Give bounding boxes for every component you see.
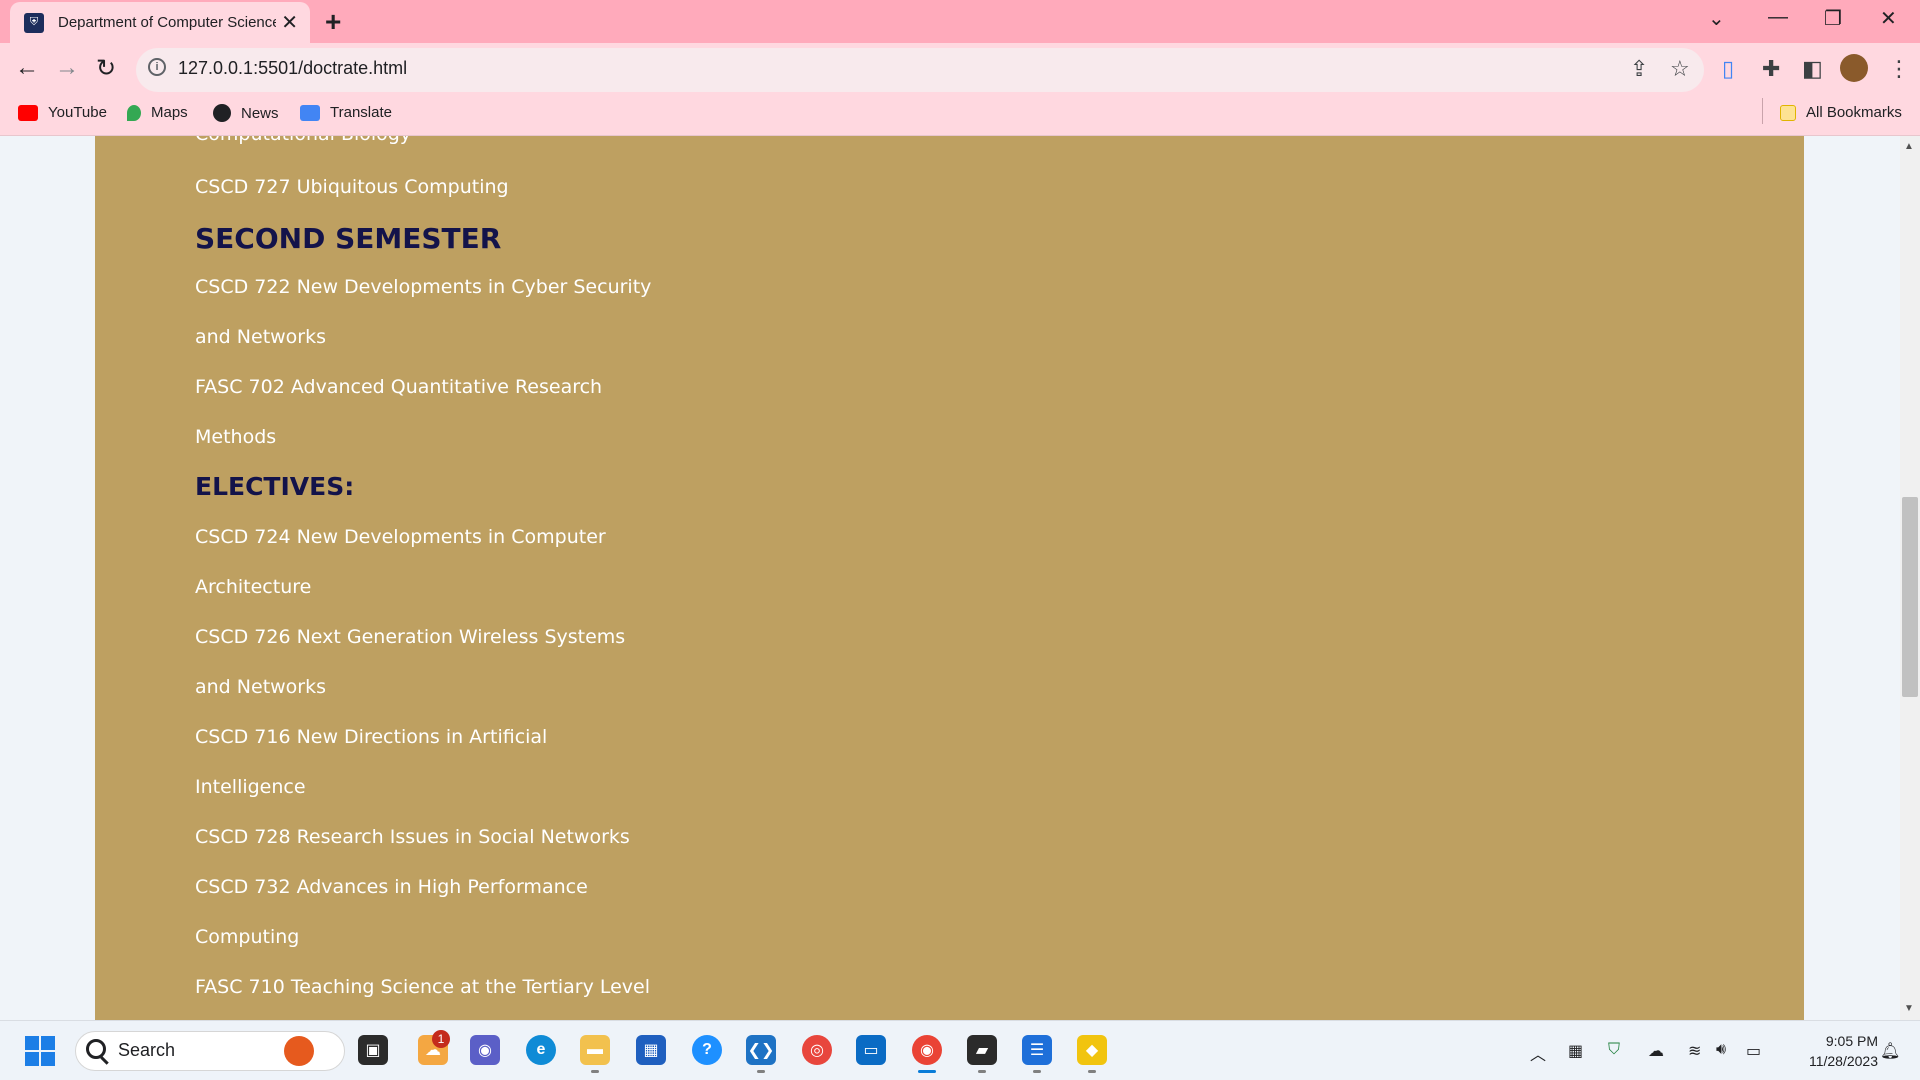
- close-window-button[interactable]: ✕: [1880, 6, 1897, 31]
- vscode-icon[interactable]: ❮❯: [746, 1035, 776, 1065]
- site-info-icon[interactable]: i: [148, 58, 166, 76]
- teams-chat-icon[interactable]: ◉: [470, 1035, 500, 1065]
- onedrive-cloud-icon[interactable]: ☁: [1648, 1041, 1664, 1061]
- windows-start-icon[interactable]: [25, 1036, 55, 1066]
- bookmark-translate[interactable]: Translate: [300, 104, 392, 121]
- remote-desktop-icon[interactable]: ▭: [856, 1035, 886, 1065]
- bookmarks-divider: [1762, 98, 1763, 124]
- new-tab-button[interactable]: +: [325, 6, 341, 38]
- course-item: FASC 702 Advanced Quantitative Research: [195, 376, 603, 398]
- tray-app-icon[interactable]: ▦: [1568, 1041, 1583, 1061]
- running-indicator: [978, 1070, 986, 1073]
- active-app-indicator: [918, 1070, 936, 1073]
- course-item: CSCD 716 New Directions in Artificial: [195, 726, 548, 748]
- minimize-button[interactable]: —: [1768, 6, 1788, 29]
- help-app-icon[interactable]: ?: [692, 1035, 722, 1065]
- maps-pin-icon: [127, 104, 141, 121]
- globe-icon: [213, 104, 231, 122]
- taskbar-search-label: Search: [118, 1040, 176, 1060]
- running-indicator: [591, 1070, 599, 1073]
- notepad-icon[interactable]: ☰: [1022, 1035, 1052, 1065]
- bookmarks-bar: [0, 93, 1920, 136]
- restore-button[interactable]: ❐: [1824, 6, 1842, 31]
- bookmark-label: Maps: [151, 104, 188, 121]
- microsoft-store-icon[interactable]: ▦: [636, 1035, 666, 1065]
- bookmark-star-icon[interactable]: ☆: [1670, 56, 1690, 82]
- chrome-icon[interactable]: ◉: [912, 1035, 942, 1065]
- scrollbar-thumb[interactable]: [1902, 497, 1918, 697]
- course-item: and Networks: [195, 676, 327, 698]
- git-client-icon[interactable]: ◆: [1077, 1035, 1107, 1065]
- defender-shield-icon[interactable]: ⛉: [1608, 1041, 1620, 1059]
- bookmark-youtube[interactable]: YouTube: [18, 104, 107, 121]
- browser-tab[interactable]: ⛨ Department of Computer Science ✕: [10, 2, 310, 43]
- course-item: CSCD 724 New Developments in Computer: [195, 526, 606, 548]
- tab-search-icon[interactable]: ⌄: [1708, 6, 1725, 31]
- course-item: CSCD 726 Next Generation Wireless System…: [195, 626, 626, 648]
- side-panel-icon[interactable]: ◧: [1802, 56, 1823, 82]
- course-item: Intelligence: [195, 776, 306, 798]
- search-icon: [86, 1039, 106, 1059]
- course-item: CSCD 728 Research Issues in Social Netwo…: [195, 826, 630, 848]
- notification-badge: 1: [432, 1030, 450, 1048]
- forward-button[interactable]: →: [55, 54, 79, 82]
- clock-date: 11/28/2023: [1808, 1053, 1878, 1069]
- running-indicator: [757, 1070, 765, 1073]
- edge-browser-icon[interactable]: e: [526, 1035, 556, 1065]
- taskbar-clock[interactable]: 9:05 PM 11/28/2023: [1786, 1031, 1878, 1071]
- course-item: Computing: [195, 926, 300, 948]
- running-indicator: [1088, 1070, 1096, 1073]
- course-item: and Networks: [195, 326, 327, 348]
- bookmark-news[interactable]: News: [213, 104, 279, 122]
- course-item: Methods: [195, 426, 277, 448]
- task-view-icon[interactable]: ▣: [358, 1035, 388, 1065]
- search-highlight-icon: [284, 1036, 314, 1066]
- url-text[interactable]: 127.0.0.1:5501/doctrate.html: [178, 58, 407, 79]
- course-item: CSCD 727 Ubiquitous Computing: [195, 176, 509, 198]
- show-hidden-icons-chevron-icon[interactable]: ︿: [1530, 1041, 1546, 1065]
- page-viewport: Computational Biology CSCD 727 Ubiquitou…: [0, 136, 1920, 1020]
- course-item: Computational Biology: [195, 136, 411, 145]
- reload-button[interactable]: ↻: [96, 54, 116, 83]
- notifications-bell-icon[interactable]: 🔔︎: [1880, 1041, 1900, 1061]
- back-button[interactable]: ←: [15, 54, 39, 82]
- file-explorer-icon[interactable]: ▬: [580, 1035, 610, 1065]
- youtube-icon: [18, 104, 38, 121]
- course-item: FASC 710 Teaching Science at the Tertiar…: [195, 976, 651, 998]
- reader-extension-icon[interactable]: ▯: [1722, 56, 1734, 82]
- close-tab-icon[interactable]: ✕: [281, 10, 298, 35]
- second-semester-heading: SECOND SEMESTER: [195, 222, 502, 255]
- bookmark-maps[interactable]: Maps: [127, 104, 188, 121]
- running-indicator: [1033, 1070, 1041, 1073]
- wifi-icon[interactable]: ≋: [1688, 1041, 1701, 1061]
- battery-icon[interactable]: ▭: [1746, 1041, 1761, 1061]
- volume-icon[interactable]: 🔊︎: [1716, 1041, 1726, 1059]
- bookmark-label: All Bookmarks: [1806, 104, 1902, 121]
- course-item: CSCD 722 New Developments in Cyber Secur…: [195, 276, 652, 298]
- scroll-down-arrow-icon[interactable]: ▼: [1904, 1003, 1914, 1014]
- folder-icon: [1780, 104, 1796, 121]
- share-icon[interactable]: ⇪: [1630, 56, 1648, 82]
- bookmark-label: News: [241, 104, 279, 122]
- scroll-up-arrow-icon[interactable]: ▲: [1904, 141, 1914, 152]
- tab-title: Department of Computer Science: [58, 14, 276, 31]
- course-item: Architecture: [195, 576, 312, 598]
- chrome-menu-icon[interactable]: ⋮: [1888, 56, 1910, 82]
- extensions-icon[interactable]: ✚: [1762, 56, 1780, 82]
- all-bookmarks-folder[interactable]: All Bookmarks: [1780, 104, 1902, 121]
- translate-icon: [300, 104, 320, 121]
- sticky-notes-icon[interactable]: ▰: [967, 1035, 997, 1065]
- electives-heading: ELECTIVES:: [195, 472, 355, 501]
- course-item: CSCD 732 Advances in High Performance: [195, 876, 588, 898]
- clock-time: 9:05 PM: [1825, 1033, 1878, 1049]
- bookmark-label: Translate: [330, 104, 392, 121]
- bookmark-label: YouTube: [48, 104, 107, 121]
- app-circle-icon[interactable]: ◎: [802, 1035, 832, 1065]
- profile-avatar[interactable]: [1840, 54, 1868, 82]
- university-crest-icon: ⛨: [24, 12, 44, 33]
